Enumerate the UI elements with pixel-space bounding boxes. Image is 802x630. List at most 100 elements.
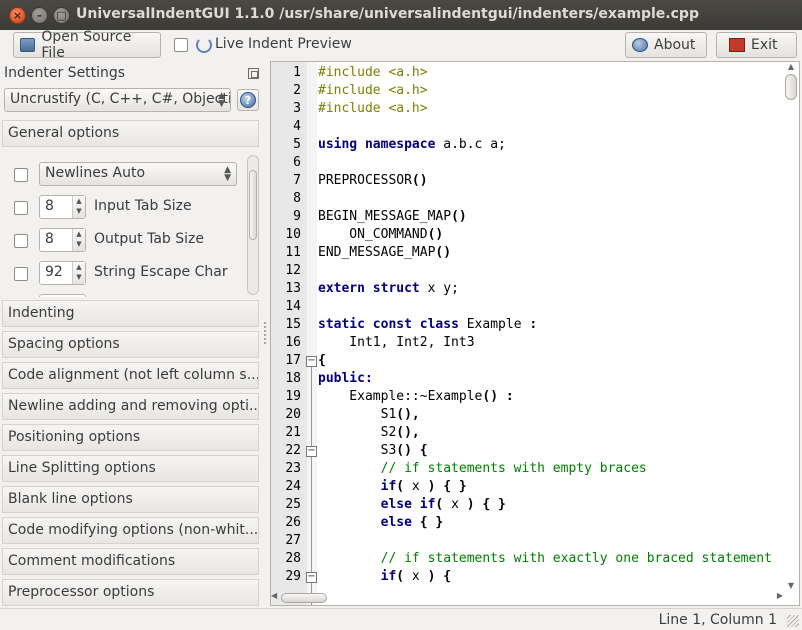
line-number: 29 — [285, 569, 301, 584]
resize-grip-icon[interactable] — [787, 615, 799, 627]
fold-toggle-icon[interactable]: − — [306, 356, 317, 367]
scroll-right-arrow-icon[interactable]: ▶ — [777, 591, 783, 600]
editor-vscroll-thumb[interactable] — [785, 74, 797, 100]
partial-spinner[interactable] — [39, 294, 86, 297]
spin-arrows-icon[interactable]: ▲ ▼ — [72, 196, 85, 218]
newlines-select[interactable]: Newlines Auto ▲ ▼ — [39, 162, 237, 186]
code-token: () — [396, 443, 412, 458]
code-line: 21 S2(), — [271, 424, 781, 442]
section-newline-adding[interactable]: Newline adding and removing opti... — [2, 393, 259, 420]
code-text: if( x ) { — [318, 568, 451, 586]
line-number: 26 — [285, 515, 301, 530]
toolbar: Open Source File Live Indent Preview Abo… — [0, 29, 802, 61]
section-comment-modifications[interactable]: Comment modifications — [2, 548, 259, 575]
code-token: #include <a.h> — [318, 65, 428, 80]
float-panel-icon[interactable] — [248, 68, 259, 79]
maximize-window-button[interactable]: □ — [53, 7, 70, 24]
code-line: 9 BEGIN_MESSAGE_MAP() — [271, 208, 781, 226]
line-number: 12 — [285, 263, 301, 278]
fold-toggle-icon[interactable]: − — [306, 572, 317, 583]
code-token: if — [380, 479, 397, 494]
exit-icon — [729, 38, 745, 52]
section-code-alignment[interactable]: Code alignment (not left column s... — [2, 362, 259, 389]
code-token: if — [419, 497, 436, 512]
input-tab-size-spinner[interactable]: 8 ▲ ▼ — [39, 195, 86, 219]
line-number: 15 — [285, 317, 301, 332]
section-general-options[interactable]: General options — [2, 120, 259, 147]
editor-horizontal-scrollbar[interactable]: ◀ ▶ — [271, 591, 783, 604]
code-line: 23 // if statements with empty braces — [271, 460, 781, 478]
code-token: : — [529, 317, 538, 332]
open-source-file-button[interactable]: Open Source File — [13, 29, 161, 61]
section-line-splitting[interactable]: Line Splitting options — [2, 455, 259, 482]
option-row-newlines: Newlines Auto ▲ ▼ — [2, 162, 247, 188]
code-line: 25 else if( x ) { } — [271, 496, 781, 514]
code-token: () — [427, 227, 444, 242]
string-escape-char-checkbox[interactable] — [14, 267, 28, 281]
code-text: public: — [318, 370, 373, 388]
panel-splitter-handle[interactable] — [263, 320, 267, 360]
output-tab-size-checkbox[interactable] — [14, 234, 28, 248]
input-tab-size-checkbox[interactable] — [14, 201, 28, 215]
newlines-checkbox[interactable] — [14, 168, 28, 182]
line-number: 23 — [285, 461, 301, 476]
section-preprocessor-options[interactable]: Preprocessor options — [2, 579, 259, 606]
code-text: S3() { — [318, 442, 428, 460]
editor-vertical-scrollbar[interactable]: ▲ ▼ — [784, 62, 798, 594]
output-tab-size-label: Output Tab Size — [94, 231, 204, 247]
output-tab-size-spinner[interactable]: 8 ▲ ▼ — [39, 228, 86, 252]
code-token: ( — [396, 479, 405, 494]
live-indent-preview-checkbox[interactable] — [174, 38, 188, 52]
code-line: 1 #include <a.h> — [271, 64, 781, 82]
code-text: END_MESSAGE_MAP() — [318, 244, 451, 262]
general-options-scrollbar[interactable] — [247, 155, 259, 295]
indenter-select-value: Uncrustify (C, C++, C#, Objecti — [10, 91, 231, 107]
line-number: 20 — [285, 407, 301, 422]
code-text: S1(), — [318, 406, 420, 424]
section-positioning-options[interactable]: Positioning options — [2, 424, 259, 451]
string-escape-char-spinner[interactable]: 92 ▲ ▼ — [39, 261, 86, 285]
code-line: 13 extern struct x y; — [271, 280, 781, 298]
scrollbar-thumb[interactable] — [249, 170, 257, 240]
scroll-left-arrow-icon[interactable]: ◀ — [271, 591, 277, 600]
section-spacing-options[interactable]: Spacing options — [2, 331, 259, 358]
code-token: PREPROCESSOR — [318, 173, 412, 188]
line-number: 17 — [285, 353, 301, 368]
close-window-button[interactable]: × — [9, 7, 26, 24]
code-text: Example::~Example() : — [318, 388, 513, 406]
section-blank-line-options[interactable]: Blank line options — [2, 486, 259, 513]
scroll-up-arrow-icon[interactable]: ▲ — [786, 62, 796, 71]
minimize-window-button[interactable]: – — [31, 7, 48, 24]
code-line: 16 Int1, Int2, Int3 — [271, 334, 781, 352]
code-text: S2(), — [318, 424, 420, 442]
section-indenting[interactable]: Indenting — [2, 300, 259, 327]
indenter-select[interactable]: Uncrustify (C, C++, C#, Objecti ▲ ▼ — [4, 88, 231, 112]
line-number: 1 — [293, 65, 301, 80]
spin-arrows-icon[interactable]: ▲ ▼ — [72, 229, 85, 251]
indenter-help-button[interactable]: ? — [237, 89, 259, 111]
code-editor[interactable]: 1 #include <a.h> 2 #include <a.h> 3 #include … — [270, 61, 800, 606]
input-tab-size-label: Input Tab Size — [94, 198, 192, 214]
line-number: 14 — [285, 299, 301, 314]
fold-toggle-icon[interactable]: − — [306, 446, 317, 457]
option-row-partial — [2, 294, 247, 297]
option-row-string-escape-char: 92 ▲ ▼ String Escape Char — [2, 261, 247, 287]
status-bar: Line 1, Column 1 — [0, 608, 802, 630]
code-line: 18 public: — [271, 370, 781, 388]
string-escape-char-label: String Escape Char — [94, 264, 228, 280]
section-code-modifying[interactable]: Code modifying options (non-whit... — [2, 517, 259, 544]
scroll-down-arrow-icon[interactable]: ▼ — [786, 581, 796, 590]
code-token: const — [372, 317, 412, 332]
code-text: PREPROCESSOR() — [318, 172, 428, 190]
spin-arrows-icon[interactable]: ▲ ▼ — [72, 262, 85, 284]
code-token: { — [419, 443, 428, 458]
editor-hscroll-thumb[interactable] — [281, 593, 327, 603]
exit-button[interactable]: Exit — [716, 32, 797, 58]
about-button[interactable]: About — [625, 32, 707, 58]
